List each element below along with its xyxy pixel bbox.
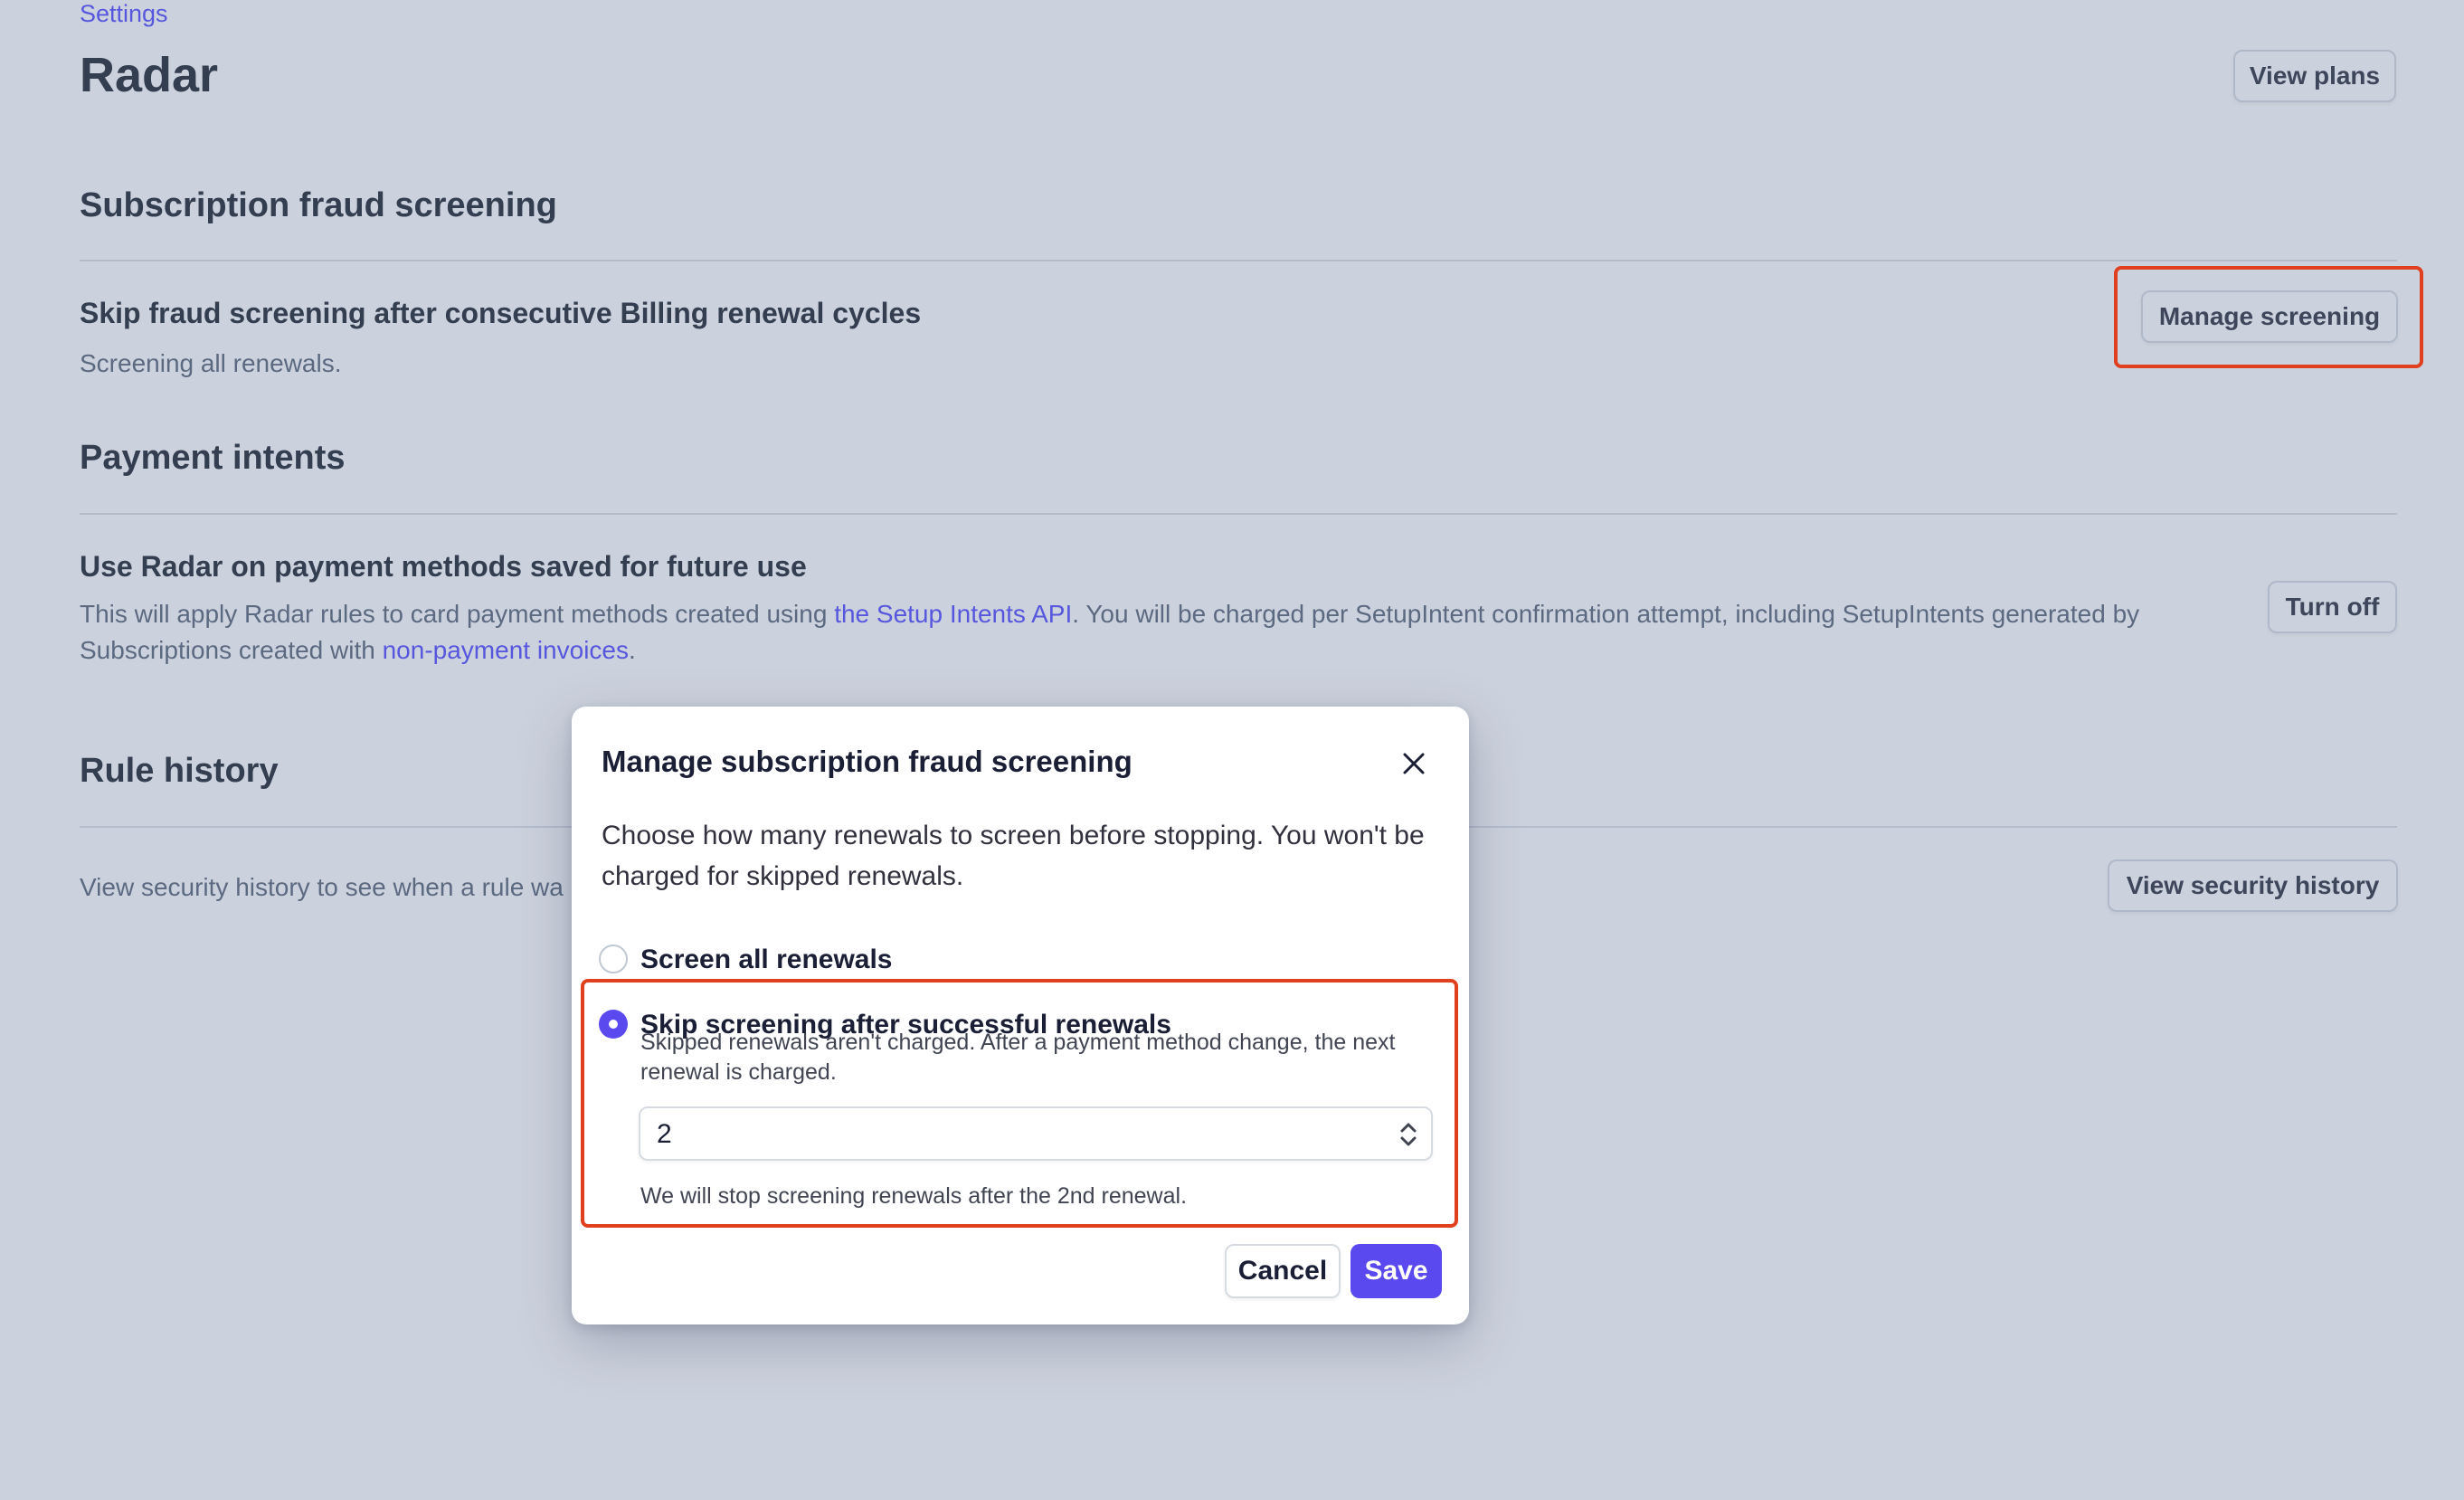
page: Settings Radar View plans Subscription f… (0, 0, 2464, 1500)
modal-description: Choose how many renewals to screen befor… (602, 821, 1425, 891)
manage-screening-modal: Manage subscription fraud screening Choo… (572, 707, 1469, 1324)
cancel-button[interactable]: Cancel (1225, 1244, 1341, 1298)
option-label-screen-all[interactable]: Screen all renewals (640, 945, 893, 975)
radio-screen-all[interactable] (599, 945, 628, 973)
save-button[interactable]: Save (1350, 1244, 1442, 1298)
modal-title: Manage subscription fraud screening (602, 745, 1132, 778)
highlight-box-manage-screening (2114, 266, 2423, 368)
highlight-box-skip-option (581, 979, 1458, 1228)
close-icon[interactable] (1393, 743, 1435, 784)
close-icon-glyph (1403, 753, 1425, 774)
